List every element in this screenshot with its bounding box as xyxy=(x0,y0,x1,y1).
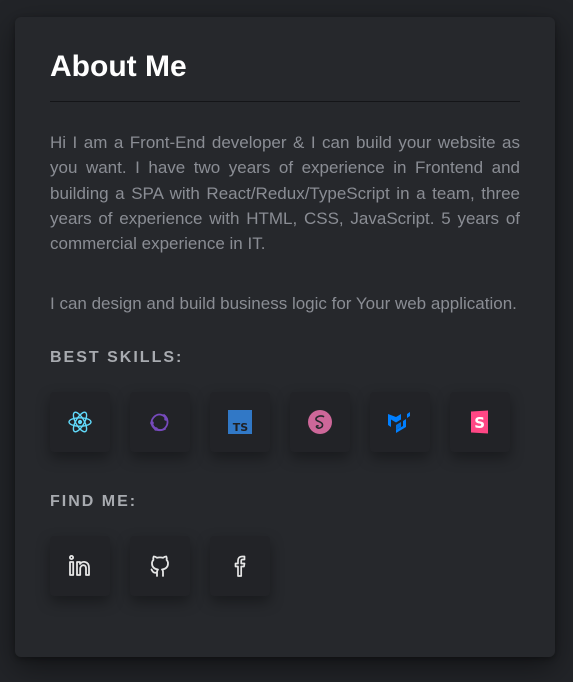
find-me-heading: FIND ME: xyxy=(50,493,138,510)
svg-text:S: S xyxy=(474,414,485,432)
social-links xyxy=(50,536,270,596)
skill-tile-storybook: S xyxy=(450,392,510,452)
about-card: About Me Hi I am a Front-End developer &… xyxy=(15,17,555,657)
linkedin-icon xyxy=(69,555,90,576)
page-title: About Me xyxy=(50,50,187,83)
skill-tile-sass xyxy=(290,392,350,452)
skill-tile-redux xyxy=(130,392,190,452)
skills-list: TS S xyxy=(50,392,510,452)
typescript-icon: TS xyxy=(228,410,252,434)
intro-paragraph: Hi I am a Front-End developer & I can bu… xyxy=(50,133,520,254)
react-icon xyxy=(68,411,92,433)
github-link[interactable] xyxy=(130,536,190,596)
storybook-icon: S xyxy=(471,410,488,434)
facebook-icon xyxy=(234,555,246,577)
skill-tile-typescript: TS xyxy=(210,392,270,452)
skill-tile-material-ui xyxy=(370,392,430,452)
business-paragraph: I can design and build business logic fo… xyxy=(50,294,517,313)
github-icon xyxy=(150,555,169,577)
redux-icon xyxy=(150,413,169,432)
material-ui-icon xyxy=(388,412,410,433)
skill-tile-react xyxy=(50,392,110,452)
linkedin-link[interactable] xyxy=(50,536,110,596)
sass-icon xyxy=(308,410,332,434)
skills-heading: BEST SKILLS: xyxy=(50,349,184,366)
facebook-link[interactable] xyxy=(210,536,270,596)
title-divider xyxy=(50,101,520,102)
svg-text:TS: TS xyxy=(233,421,249,434)
